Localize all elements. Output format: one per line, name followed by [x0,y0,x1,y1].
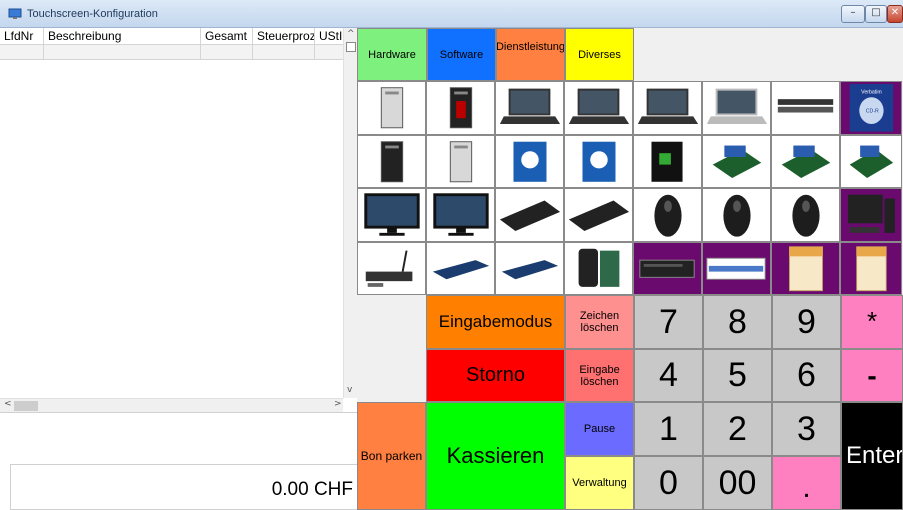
product-keyboard[interactable] [564,188,633,242]
product-laptop-silver[interactable] [702,81,771,135]
product-motherboard-2[interactable] [771,134,840,188]
product-laptop-black-2[interactable] [633,81,702,135]
zeichen-loeschen-button[interactable]: Zeichen löschen [565,295,634,349]
column-header-beschreibung[interactable]: Beschreibung [44,28,201,45]
window-title: Touchscreen-Konfiguration [27,8,158,20]
keypad-5[interactable]: 5 [703,349,772,402]
keypad-1[interactable]: 1 [634,402,703,456]
category-software[interactable]: Software [427,28,496,81]
filter-cell[interactable] [0,45,44,60]
storno-button[interactable]: Storno [426,349,565,402]
svg-text:CD-R: CD-R [866,108,879,114]
keypad-9[interactable]: 9 [772,295,841,349]
eingabe-loeschen-button[interactable]: Eingabe löschen [565,349,634,402]
maximize-button[interactable]: □ [865,5,887,23]
total-amount: 0.00 CHF [271,479,353,500]
product-motherboard[interactable] [702,134,771,188]
keypad-8[interactable]: 8 [703,295,772,349]
total-display: 0.00 CHF [10,464,357,510]
product-mouse-black[interactable] [702,188,771,242]
keypad-6[interactable]: 6 [772,349,841,402]
horizontal-scrollbar[interactable]: < > [0,398,343,412]
product-tower-pc-black-red[interactable] [426,81,495,135]
close-button[interactable]: ✕ [887,5,903,23]
column-header-steuerprozent[interactable]: Steuerprozent [253,28,315,45]
filter-cell[interactable] [44,45,201,60]
product-amd-cpu-box[interactable] [633,134,702,188]
product-wifi-router[interactable] [357,241,426,295]
product-network-switch[interactable] [426,241,495,295]
minus-button[interactable]: - [841,349,903,402]
eingabemodus-button[interactable]: Eingabemodus [426,295,565,349]
keypad-4[interactable]: 4 [634,349,703,402]
product-network-switch-2[interactable] [495,241,564,295]
product-mouse-logitech[interactable] [633,188,702,242]
product-intel-cpu-box-2[interactable] [564,134,633,188]
product-ergonomic-keyboard[interactable] [495,188,564,242]
vertical-scrollbar[interactable]: ^ v [343,28,357,398]
product-mouse-gaming[interactable] [771,188,840,242]
filter-cell[interactable] [201,45,253,60]
keypad-3[interactable]: 3 [772,402,841,456]
column-header-ustid[interactable]: UStID [315,28,343,45]
receipt-panel: LfdNr Beschreibung Gesamt Steuerprozent … [0,28,357,510]
filter-cell[interactable] [253,45,315,60]
bon-parken-button[interactable]: Bon parken [357,402,426,510]
scroll-left-icon[interactable]: < [4,399,12,409]
product-monitor-black-2[interactable] [426,188,495,242]
multiply-button[interactable]: * [841,295,903,349]
category-hardware[interactable]: Hardware [357,28,427,81]
pause-button[interactable]: Pause [565,402,634,456]
product-motherboard-3[interactable] [840,134,902,188]
product-software-box-2[interactable] [840,241,902,295]
info-area [0,412,357,464]
product-laptop-dark[interactable] [495,81,564,135]
scroll-down-icon[interactable]: v [347,385,352,395]
decimal-button[interactable]: . [772,456,841,510]
product-rack-server[interactable] [771,81,840,135]
product-dvd-drive[interactable] [633,241,702,295]
product-monitor-black[interactable] [357,188,426,242]
keypad-00[interactable]: 00 [703,456,772,510]
product-tower-pc-black[interactable] [357,134,426,188]
scroll-up-icon[interactable]: ^ [347,29,355,39]
svg-text:Verbatim: Verbatim [861,89,882,95]
grid-body[interactable] [0,60,343,396]
pos-panel: Hardware Software Dienstleistung Diverse… [357,28,903,510]
product-software-box[interactable] [771,241,840,295]
keypad-7[interactable]: 7 [634,295,703,349]
enter-button[interactable]: Enter [841,402,903,510]
kassieren-button[interactable]: Kassieren [426,402,565,510]
product-bag-camera[interactable] [564,241,633,295]
column-header-lfdnr[interactable]: LfdNr [0,28,44,45]
verwaltung-button[interactable]: Verwaltung [565,456,634,510]
app-window: Touchscreen-Konfiguration – □ ✕ LfdNr Be… [0,0,903,510]
filter-row [0,45,343,60]
scroll-thumb[interactable] [14,401,38,411]
filter-cell[interactable] [315,45,343,60]
minimize-button[interactable]: – [841,5,865,23]
grid-header: LfdNr Beschreibung Gesamt Steuerprozent … [0,28,357,45]
scroll-right-icon[interactable]: > [334,399,342,409]
title-bar: Touchscreen-Konfiguration – □ ✕ [0,0,903,28]
product-intel-cpu-box[interactable] [495,134,564,188]
product-network-card[interactable] [702,241,771,295]
column-chooser-icon[interactable] [346,42,356,52]
product-desktop-set[interactable] [840,188,902,242]
product-tower-pc-silver[interactable] [426,134,495,188]
category-dienstleistung[interactable]: Dienstleistung [496,28,565,81]
product-verbatim-cd-spindle[interactable]: Verbatim CD-R [840,81,902,135]
keypad-2[interactable]: 2 [703,402,772,456]
product-tower-pc-white[interactable] [357,81,426,135]
product-laptop-black[interactable] [564,81,633,135]
app-icon [8,8,22,19]
keypad-0[interactable]: 0 [634,456,703,510]
empty-slot [357,295,426,402]
category-diverses[interactable]: Diverses [565,28,634,81]
column-header-gesamt[interactable]: Gesamt [201,28,253,45]
